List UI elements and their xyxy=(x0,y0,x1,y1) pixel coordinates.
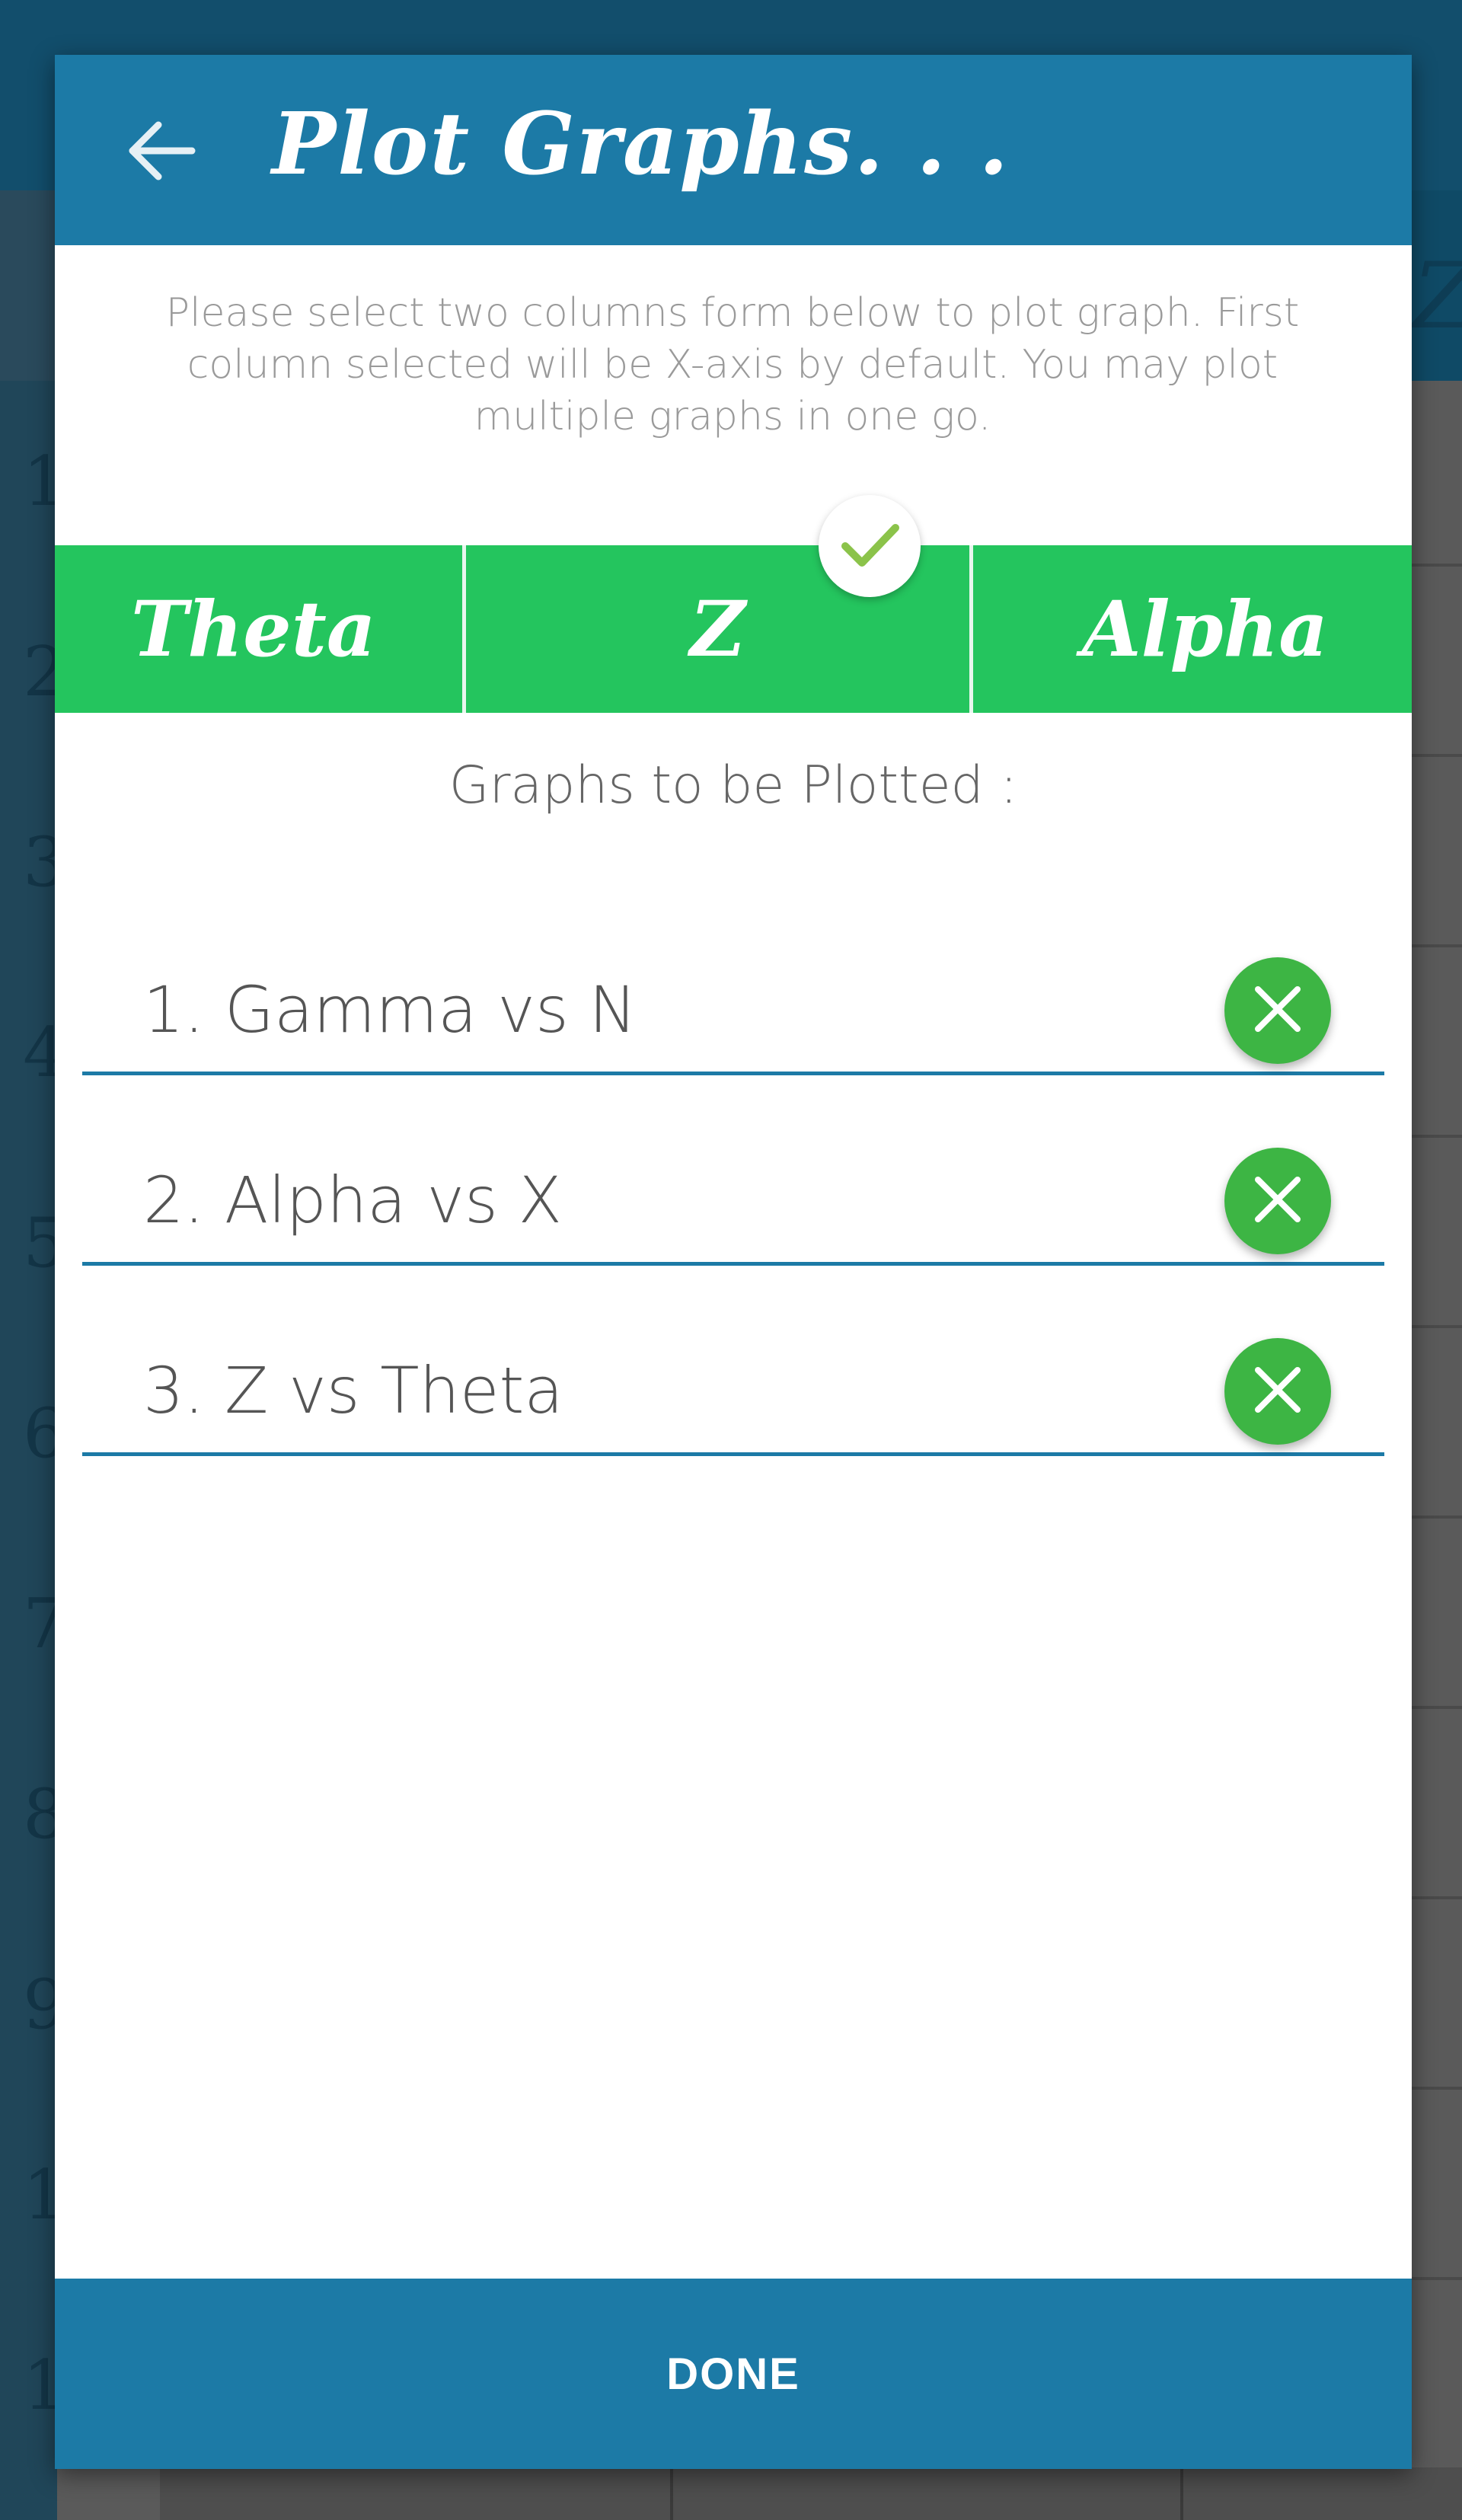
row-number: 4 xyxy=(23,1013,67,1093)
graph-label: 3. Z vs Theta xyxy=(143,1353,563,1428)
list-item: 2. Alpha vs X xyxy=(82,1136,1384,1266)
background-row-numbers: 1 2 3 4 5 6 7 8 9 10 11 xyxy=(0,381,110,2520)
graphs-heading: Graphs to be Plotted : xyxy=(448,755,1018,816)
remove-graph-button[interactable] xyxy=(1224,1338,1331,1445)
back-button[interactable] xyxy=(116,107,207,198)
column-label: Theta xyxy=(131,584,376,674)
dialog-title: Plot Graphs. . . xyxy=(272,94,1010,194)
graph-label: 2. Alpha vs X xyxy=(143,1163,563,1238)
dialog-header: Plot Graphs. . . xyxy=(55,55,1412,245)
check-icon xyxy=(832,506,908,586)
row-number: 8 xyxy=(23,1774,67,1854)
row-number: 3 xyxy=(23,822,67,902)
remove-graph-button[interactable] xyxy=(1224,1148,1331,1254)
done-button[interactable]: DONE xyxy=(55,2279,1412,2469)
instructions-text: Please select two columns form below to … xyxy=(165,290,1300,439)
row-number: 9 xyxy=(23,1965,67,2045)
column-selector: Theta Z Alpha xyxy=(55,545,1412,713)
row-number: 11 xyxy=(23,2346,110,2426)
row-number: 1 xyxy=(23,442,67,522)
row-number: 5 xyxy=(23,1203,67,1283)
row-number: 10 xyxy=(23,2155,110,2235)
close-icon xyxy=(1247,1169,1308,1233)
plot-graphs-dialog: Plot Graphs. . . Please select two colum… xyxy=(55,55,1412,2469)
close-icon xyxy=(1247,1359,1308,1423)
remove-graph-button[interactable] xyxy=(1224,957,1331,1064)
row-number: 6 xyxy=(23,1394,67,1474)
column-option-alpha[interactable]: Alpha xyxy=(973,545,1412,713)
background-bottom-row xyxy=(160,2467,1462,2520)
arrow-left-icon xyxy=(123,113,200,192)
column-label: Z xyxy=(690,584,745,674)
row-number: 2 xyxy=(23,632,67,712)
background-grid-line xyxy=(670,2467,673,2520)
close-icon xyxy=(1247,979,1308,1043)
done-label: DONE xyxy=(666,2349,800,2399)
column-option-theta[interactable]: Theta xyxy=(55,545,466,713)
graph-label: 1. Gamma vs N xyxy=(143,973,637,1047)
list-item: 3. Z vs Theta xyxy=(82,1327,1384,1456)
list-item: 1. Gamma vs N xyxy=(82,946,1384,1075)
background-grid-line xyxy=(1180,2467,1183,2520)
selected-badge xyxy=(819,495,921,597)
column-label: Alpha xyxy=(1082,584,1328,674)
row-number: 7 xyxy=(23,1584,67,1664)
background-column-label: Z xyxy=(1413,244,1462,350)
